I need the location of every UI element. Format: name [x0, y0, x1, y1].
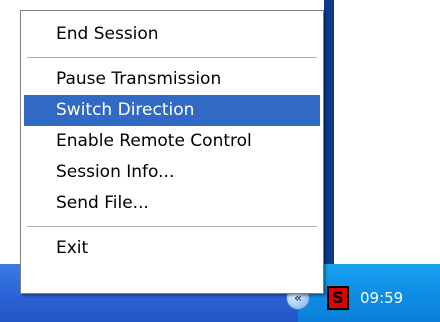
tray-context-menu: End Session Pause Transmission Switch Di… — [20, 10, 324, 294]
menu-separator — [27, 226, 317, 227]
menu-item-session-info[interactable]: Session Info... — [24, 157, 320, 188]
menu-separator — [27, 57, 317, 58]
menu-item-send-file[interactable]: Send File... — [24, 188, 320, 219]
tray-app-s-icon[interactable]: S — [327, 286, 349, 310]
menu-item-switch-direction[interactable]: Switch Direction — [24, 95, 320, 126]
menu-item-end-session[interactable]: End Session — [24, 19, 320, 50]
menu-item-pause-transmission[interactable]: Pause Transmission — [24, 64, 320, 95]
menu-item-enable-remote-control[interactable]: Enable Remote Control — [24, 126, 320, 157]
background-window-edge — [324, 0, 334, 264]
menu-item-exit[interactable]: Exit — [24, 233, 320, 264]
tray-clock[interactable]: 09:59 — [360, 287, 420, 309]
